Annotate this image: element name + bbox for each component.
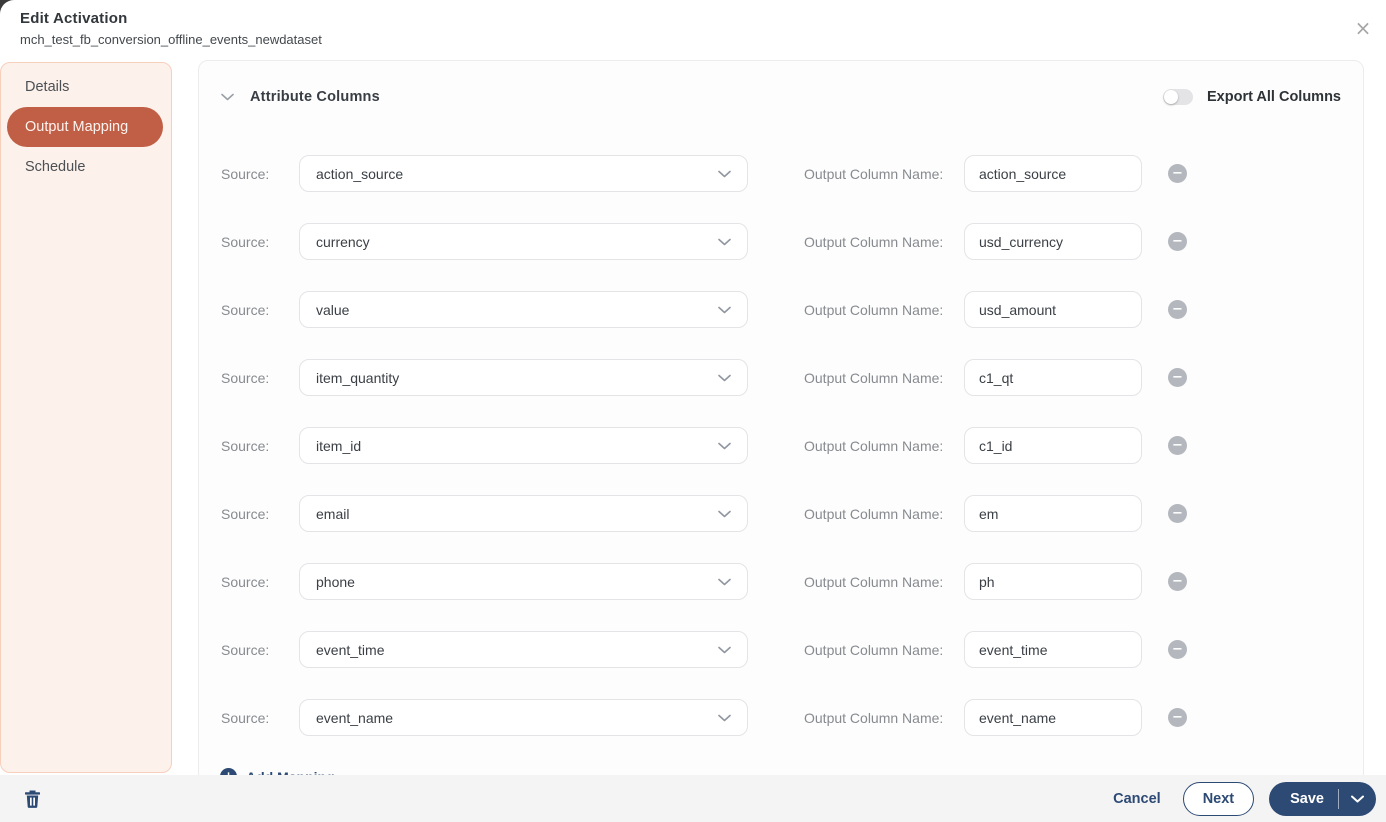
output-column-input[interactable]: [964, 427, 1142, 464]
source-select-value: email: [316, 505, 350, 522]
sidebar-item-schedule[interactable]: Schedule: [1, 147, 171, 187]
toggle-knob: [1164, 90, 1178, 104]
source-label: Source:: [221, 369, 270, 386]
output-column-input[interactable]: [964, 359, 1142, 396]
modal-footer: Cancel Next Save: [0, 775, 1386, 822]
chevron-down-icon: [718, 170, 731, 178]
page-title: Edit Activation: [20, 10, 128, 27]
attribute-columns-header: Attribute Columns Export All Columns: [199, 61, 1363, 133]
output-column-input[interactable]: [964, 699, 1142, 736]
output-column-label: Output Column Name:: [804, 505, 944, 522]
source-select[interactable]: phone: [299, 563, 748, 600]
remove-row-icon[interactable]: −: [1168, 640, 1187, 659]
output-column-input[interactable]: [964, 495, 1142, 532]
mapping-row: Source: value Output Column Name: −: [199, 291, 1363, 328]
source-select[interactable]: item_quantity: [299, 359, 748, 396]
source-select-value: item_id: [316, 437, 362, 454]
source-select-value: phone: [316, 573, 355, 590]
mapping-row: Source: event_time Output Column Name: −: [199, 631, 1363, 668]
section-title: Attribute Columns: [250, 89, 380, 105]
delete-activation-button[interactable]: [24, 789, 41, 808]
output-column-label: Output Column Name:: [804, 641, 944, 658]
remove-row-icon[interactable]: −: [1168, 436, 1187, 455]
source-label: Source:: [221, 165, 270, 182]
chevron-down-icon: [718, 306, 731, 314]
remove-row-icon[interactable]: −: [1168, 368, 1187, 387]
source-label: Source:: [221, 301, 270, 318]
chevron-down-icon: [718, 646, 731, 654]
dataset-subtitle: mch_test_fb_conversion_offline_events_ne…: [20, 32, 322, 47]
steps-sidebar: Details Output Mapping Schedule: [0, 62, 172, 773]
export-all-columns-label: Export All Columns: [1207, 89, 1341, 105]
chevron-down-icon: [718, 374, 731, 382]
source-select[interactable]: value: [299, 291, 748, 328]
mapping-row: Source: event_name Output Column Name: −: [199, 699, 1363, 736]
trash-icon: [25, 790, 40, 808]
modal-header: Edit Activation mch_test_fb_conversion_o…: [20, 10, 322, 47]
source-select[interactable]: email: [299, 495, 748, 532]
source-select-value: item_quantity: [316, 369, 400, 386]
mapping-row: Source: currency Output Column Name: −: [199, 223, 1363, 260]
output-column-input[interactable]: [964, 563, 1142, 600]
output-column-input[interactable]: [964, 631, 1142, 668]
chevron-down-icon: [718, 578, 731, 586]
output-column-input[interactable]: [964, 155, 1142, 192]
remove-row-icon[interactable]: −: [1168, 232, 1187, 251]
remove-row-icon[interactable]: −: [1168, 300, 1187, 319]
mapping-row: Source: item_quantity Output Column Name…: [199, 359, 1363, 396]
source-select[interactable]: event_name: [299, 699, 748, 736]
source-select[interactable]: item_id: [299, 427, 748, 464]
source-select-value: value: [316, 301, 350, 318]
source-label: Source:: [221, 641, 270, 658]
mapping-row: Source: action_source Output Column Name…: [199, 155, 1363, 192]
output-column-label: Output Column Name:: [804, 369, 944, 386]
chevron-down-icon: [718, 714, 731, 722]
mapping-rows: Source: action_source Output Column Name…: [199, 155, 1363, 736]
save-options-chevron-icon[interactable]: [1339, 782, 1376, 816]
output-column-label: Output Column Name:: [804, 573, 944, 590]
chevron-down-icon: [718, 510, 731, 518]
source-select-value: event_name: [316, 709, 394, 726]
output-column-input[interactable]: [964, 291, 1142, 328]
sidebar-item-details[interactable]: Details: [1, 67, 171, 107]
remove-row-icon[interactable]: −: [1168, 164, 1187, 183]
source-label: Source:: [221, 505, 270, 522]
close-icon[interactable]: ×: [1352, 17, 1374, 39]
output-column-label: Output Column Name:: [804, 165, 944, 182]
output-column-label: Output Column Name:: [804, 301, 944, 318]
attribute-columns-card: Attribute Columns Export All Columns Sou…: [198, 60, 1364, 822]
chevron-down-icon: [718, 238, 731, 246]
source-label: Source:: [221, 573, 270, 590]
output-column-label: Output Column Name:: [804, 709, 944, 726]
chevron-down-icon: [718, 442, 731, 450]
source-select-value: currency: [316, 233, 370, 250]
source-select[interactable]: event_time: [299, 631, 748, 668]
source-select-value: event_time: [316, 641, 385, 658]
remove-row-icon[interactable]: −: [1168, 708, 1187, 727]
chevron-down-icon[interactable]: [221, 93, 234, 101]
sidebar-item-output-mapping[interactable]: Output Mapping: [7, 107, 163, 147]
edit-activation-modal: Edit Activation mch_test_fb_conversion_o…: [0, 0, 1386, 822]
output-column-label: Output Column Name:: [804, 437, 944, 454]
source-select[interactable]: action_source: [299, 155, 748, 192]
save-split-button: Save: [1269, 781, 1376, 816]
export-all-columns-toggle[interactable]: [1163, 89, 1193, 105]
mapping-row: Source: email Output Column Name: −: [199, 495, 1363, 532]
source-label: Source:: [221, 233, 270, 250]
source-label: Source:: [221, 709, 270, 726]
source-select-value: action_source: [316, 165, 404, 182]
cancel-button[interactable]: Cancel: [1113, 791, 1161, 807]
mapping-row: Source: phone Output Column Name: −: [199, 563, 1363, 600]
mapping-row: Source: item_id Output Column Name: −: [199, 427, 1363, 464]
output-column-input[interactable]: [964, 223, 1142, 260]
source-label: Source:: [221, 437, 270, 454]
output-column-label: Output Column Name:: [804, 233, 944, 250]
next-button[interactable]: Next: [1182, 781, 1255, 816]
remove-row-icon[interactable]: −: [1168, 504, 1187, 523]
remove-row-icon[interactable]: −: [1168, 572, 1187, 591]
source-select[interactable]: currency: [299, 223, 748, 260]
save-button[interactable]: Save: [1269, 782, 1338, 816]
